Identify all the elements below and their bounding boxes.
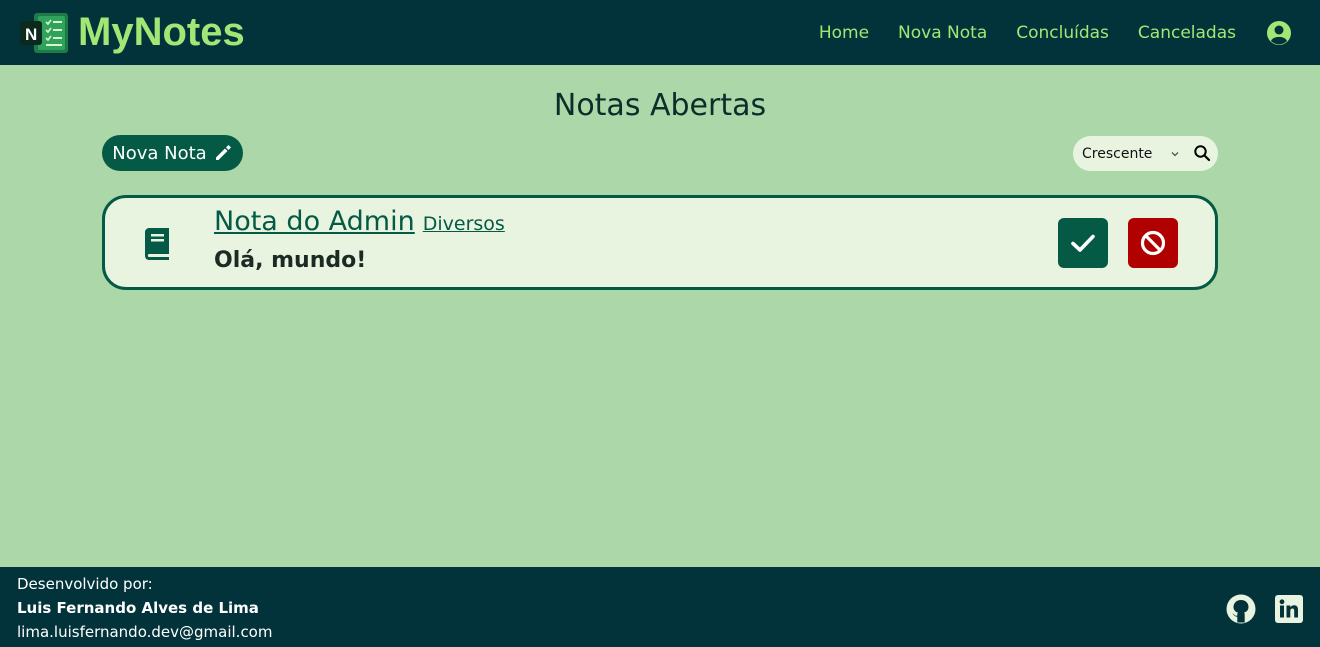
logo-letter: N <box>25 25 37 44</box>
check-icon <box>1071 234 1095 252</box>
nav-menu: Home Nova Nota Concluídas Canceladas <box>819 20 1292 46</box>
nav-completed-link[interactable]: Concluídas <box>1016 23 1109 43</box>
new-note-button[interactable]: Nova Nota <box>102 135 243 171</box>
chevron-down-icon <box>1171 151 1179 156</box>
nav-canceled-link[interactable]: Canceladas <box>1138 23 1236 43</box>
footer-email: lima.luisfernando.dev@gmail.com <box>17 623 273 641</box>
brand-name: MyNotes <box>78 10 245 54</box>
linkedin-icon[interactable] <box>1274 594 1304 624</box>
footer: Desenvolvido por: Luis Fernando Alves de… <box>0 567 1320 647</box>
footer-developed-by: Desenvolvido por: <box>17 575 153 593</box>
brand[interactable]: N MyNotes <box>20 10 245 55</box>
notebook-checklist-icon: N <box>20 12 68 53</box>
nav-home-link[interactable]: Home <box>819 23 869 43</box>
pencil-icon <box>215 145 231 160</box>
note-card: Nota do Admin Diversos Olá, mundo! <box>102 195 1218 290</box>
github-icon[interactable] <box>1226 594 1256 624</box>
note-title-row: Nota do Admin Diversos <box>214 206 505 237</box>
note-category-link[interactable]: Diversos <box>423 213 505 235</box>
sort-search-box: Crescente <box>1073 136 1218 171</box>
note-body: Olá, mundo! <box>214 248 367 273</box>
navbar: N MyNotes Home Nova Nota Concluídas Canc… <box>0 0 1320 65</box>
page-title: Notas Abertas <box>553 88 767 123</box>
sort-select[interactable]: Crescente <box>1082 146 1180 162</box>
new-note-button-label: Nova Nota <box>112 142 207 164</box>
note-title-link[interactable]: Nota do Admin <box>214 206 415 237</box>
user-circle-icon[interactable] <box>1266 20 1292 46</box>
footer-author: Luis Fernando Alves de Lima <box>17 599 259 617</box>
ban-icon <box>1140 230 1166 256</box>
search-icon[interactable] <box>1193 144 1211 162</box>
cancel-note-button[interactable] <box>1128 218 1178 268</box>
book-icon <box>145 228 169 260</box>
nav-new-note-link[interactable]: Nova Nota <box>898 23 987 43</box>
sort-selected-value: Crescente <box>1082 145 1153 162</box>
complete-note-button[interactable] <box>1058 218 1108 268</box>
